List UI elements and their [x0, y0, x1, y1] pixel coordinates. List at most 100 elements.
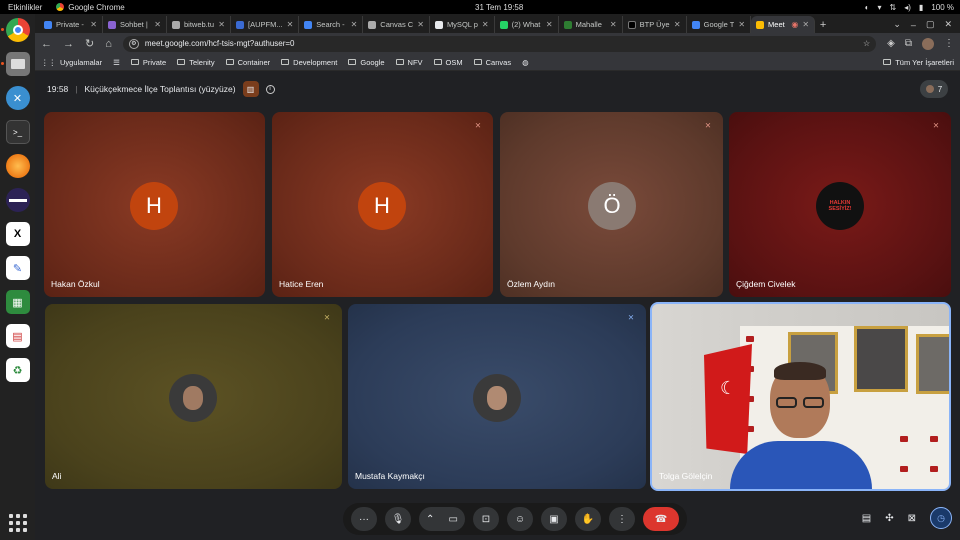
close-tab-icon[interactable]: ✕ — [218, 20, 225, 29]
show-apps-icon[interactable] — [8, 514, 27, 532]
portrait-frame — [916, 334, 949, 394]
browser-tab[interactable]: MySQL p ✕ — [430, 16, 495, 33]
system-tray[interactable]: ◐ ▾ ⇅ ◂) ▮ 100 % — [865, 3, 954, 12]
globe-icon[interactable]: ◍ — [522, 58, 529, 67]
browser-tab-active[interactable]: Meet ◉ ✕ — [751, 16, 816, 33]
menu-icon[interactable]: ⋮ — [944, 38, 954, 49]
close-tab-icon[interactable]: ✕ — [802, 20, 809, 29]
back-icon[interactable]: ← — [41, 38, 52, 50]
more-options-button[interactable]: ··· — [351, 507, 377, 531]
activities-icon[interactable]: ✣ — [885, 513, 893, 524]
tab-search-icon[interactable]: ⌄ — [893, 19, 901, 30]
present-button[interactable]: ⊡ — [473, 507, 499, 531]
browser-tab[interactable]: Private - ✕ — [39, 16, 103, 33]
active-app-menu[interactable]: Google Chrome — [56, 3, 125, 12]
address-bar[interactable]: ⚙ meet.google.com/hcf-tsis-mgt?authuser=… — [122, 35, 877, 52]
site-info-icon[interactable]: ⚙ — [128, 38, 139, 49]
bookmark-star-icon[interactable]: ☆ — [863, 39, 870, 48]
folder-icon — [433, 59, 442, 65]
forward-icon[interactable]: → — [63, 38, 74, 50]
participant-tile[interactable]: ⨯ Ali — [45, 304, 342, 489]
ellipsis-icon: ··· — [359, 513, 369, 525]
chrome-dock-icon[interactable] — [0, 18, 30, 42]
tab-title: Search - — [316, 20, 345, 29]
bookmark-folder[interactable]: Development — [281, 58, 337, 67]
maximize-icon[interactable]: ▢ — [926, 19, 935, 30]
participant-video-tile[interactable]: ☾ Tolga Gölelçin — [650, 302, 951, 491]
captions-button[interactable]: ▣ — [541, 507, 567, 531]
chat-icon[interactable]: ▤ — [862, 513, 871, 524]
extension-icon[interactable]: ◈ — [887, 38, 895, 49]
eclipse-dock-icon[interactable] — [5, 188, 30, 212]
participant-tile[interactable]: ⨯ HALKIN SESİYİZ! Çiğdem Civelek — [729, 112, 951, 297]
remote-desktop-dock-icon[interactable]: ✕ — [5, 86, 30, 110]
bookmark-folder[interactable]: Container — [225, 58, 270, 67]
host-controls-lock-icon[interactable]: ⊠ — [908, 513, 916, 524]
leave-call-button[interactable]: ☎ — [643, 507, 679, 531]
hand-icon: ✋ — [581, 513, 595, 525]
bookmark-folder[interactable]: OSM — [433, 58, 463, 67]
participant-tile[interactable]: ⨯ H Hatice Eren — [272, 112, 493, 297]
browser-tab[interactable]: Mahalle ✕ — [559, 16, 623, 33]
participant-tile[interactable]: ⨯ Ö Özlem Aydın — [500, 112, 723, 297]
close-tab-icon[interactable]: ✕ — [154, 20, 161, 29]
files-dock-icon[interactable] — [0, 52, 30, 76]
new-tab-button[interactable]: + — [815, 16, 831, 33]
reading-list-icon[interactable]: ☰ — [113, 58, 120, 67]
close-tab-icon[interactable]: ✕ — [738, 20, 745, 29]
clock[interactable]: 31 Tem 19:58 — [475, 3, 523, 12]
apps-bookmark[interactable]: ⋮⋮ Uygulamalar — [41, 58, 102, 67]
close-tab-icon[interactable]: ✕ — [417, 20, 424, 29]
browser-tab[interactable]: BTP Üye ✕ — [623, 16, 687, 33]
reload-icon[interactable]: ↻ — [85, 37, 94, 50]
raise-hand-button[interactable]: ✋ — [575, 507, 601, 531]
firefox-dock-icon[interactable] — [5, 154, 30, 178]
microphone-button[interactable]: 🎙 — [385, 507, 411, 531]
close-tab-icon[interactable]: ✕ — [287, 20, 294, 29]
meeting-activity-button[interactable]: ◷ — [930, 507, 952, 529]
bookmark-folder[interactable]: NFV — [395, 58, 423, 67]
activities-button[interactable]: Etkinlikler — [8, 3, 42, 12]
bookmark-label: Private — [142, 57, 167, 67]
close-tab-icon[interactable]: ✕ — [482, 20, 489, 29]
browser-tab[interactable]: Google T ✕ — [687, 16, 752, 33]
home-icon[interactable]: ⌂ — [105, 38, 112, 50]
browser-tab[interactable]: Canvas C ✕ — [363, 16, 430, 33]
trash-dock-icon[interactable]: ♻ — [5, 358, 30, 382]
meet-favicon — [756, 20, 765, 29]
participants-button[interactable]: 7 — [920, 80, 948, 98]
host-controls-icon[interactable]: ▥ — [242, 81, 259, 97]
folder-icon — [225, 59, 234, 65]
spreadsheet-dock-icon[interactable]: ▦ — [5, 290, 30, 314]
text-editor-dock-icon[interactable]: ✎ — [5, 256, 30, 280]
bookmark-folder[interactable]: Telenity — [177, 58, 215, 67]
browser-tab[interactable]: bitweb.tu ✕ — [167, 16, 231, 33]
close-window-icon[interactable]: ✕ — [944, 19, 952, 30]
close-tab-icon[interactable]: ✕ — [610, 20, 617, 29]
participant-tile[interactable]: H Hakan Özkul — [44, 112, 265, 297]
minimize-icon[interactable]: – — [911, 20, 916, 30]
bookmark-folder[interactable]: Private — [130, 57, 167, 67]
close-tab-icon[interactable]: ✕ — [90, 20, 97, 29]
bookmark-folder[interactable]: Google — [348, 58, 385, 67]
info-icon[interactable]: i — [265, 84, 275, 94]
reactions-button[interactable]: ☺ — [507, 507, 533, 531]
close-tab-icon[interactable]: ✕ — [351, 20, 358, 29]
profile-avatar[interactable] — [922, 37, 934, 50]
browser-tab[interactable]: (2) What ✕ — [495, 16, 559, 33]
browser-tab[interactable]: [AUPFM... ✕ — [231, 16, 300, 33]
close-tab-icon[interactable]: ✕ — [674, 20, 681, 29]
presentation-dock-icon[interactable]: ▤ — [5, 324, 30, 348]
close-tab-icon[interactable]: ✕ — [546, 20, 553, 29]
extensions-puzzle-icon[interactable]: ⧉ — [905, 38, 912, 49]
chat-dock-icon[interactable]: X — [5, 222, 30, 246]
camera-button[interactable]: ⌃ ▭ — [419, 507, 465, 531]
more-actions-button[interactable]: ⋮ — [609, 507, 635, 531]
all-bookmarks[interactable]: Tüm Yer İşaretleri — [883, 58, 954, 67]
bookmark-folder[interactable]: Canvas — [473, 58, 511, 67]
terminal-dock-icon[interactable]: >_ — [5, 120, 30, 144]
tab-title: Meet — [768, 20, 785, 29]
participant-tile[interactable]: ⨯ Mustafa Kaymakçı — [348, 304, 646, 489]
browser-tab[interactable]: Search - ✕ — [299, 16, 364, 33]
browser-tab[interactable]: Sohbet | ✕ — [103, 16, 167, 33]
